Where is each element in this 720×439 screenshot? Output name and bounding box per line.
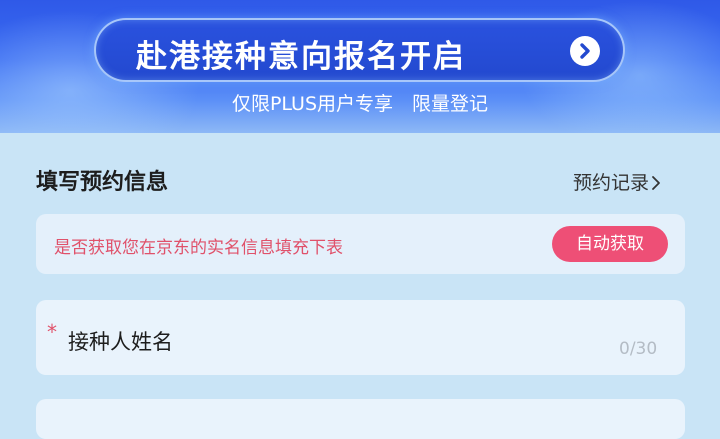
vaccinee-name-field[interactable]: * 接种人姓名 0/30 [36, 300, 685, 375]
realname-prompt: 是否获取您在京东的实名信息填充下表 [54, 238, 343, 258]
appointment-records-link[interactable]: 预约记录 [573, 168, 661, 195]
vaccinee-name-label: 接种人姓名 [68, 330, 173, 354]
records-link-label: 预约记录 [573, 172, 650, 194]
next-form-field[interactable] [36, 399, 685, 439]
char-counter: 0/30 [619, 339, 658, 359]
registration-cta-button[interactable]: 赴港接种意向报名开启 [94, 18, 625, 82]
realname-autofill-card: 是否获取您在京东的实名信息填充下表 自动获取 [36, 214, 685, 274]
plus-only-note: 仅限PLUS用户专享 限量登记 [231, 93, 489, 115]
chevron-right-icon [652, 176, 660, 190]
auto-fill-button[interactable]: 自动获取 [552, 226, 668, 262]
promo-banner: 赴港接种意向报名开启 仅限PLUS用户专享 限量登记 [0, 0, 720, 133]
cta-label: 赴港接种意向报名开启 [136, 39, 466, 75]
chevron-right-circle-icon [570, 36, 600, 66]
required-mark: * [47, 320, 57, 344]
page-section-title: 填写预约信息 [36, 170, 169, 195]
